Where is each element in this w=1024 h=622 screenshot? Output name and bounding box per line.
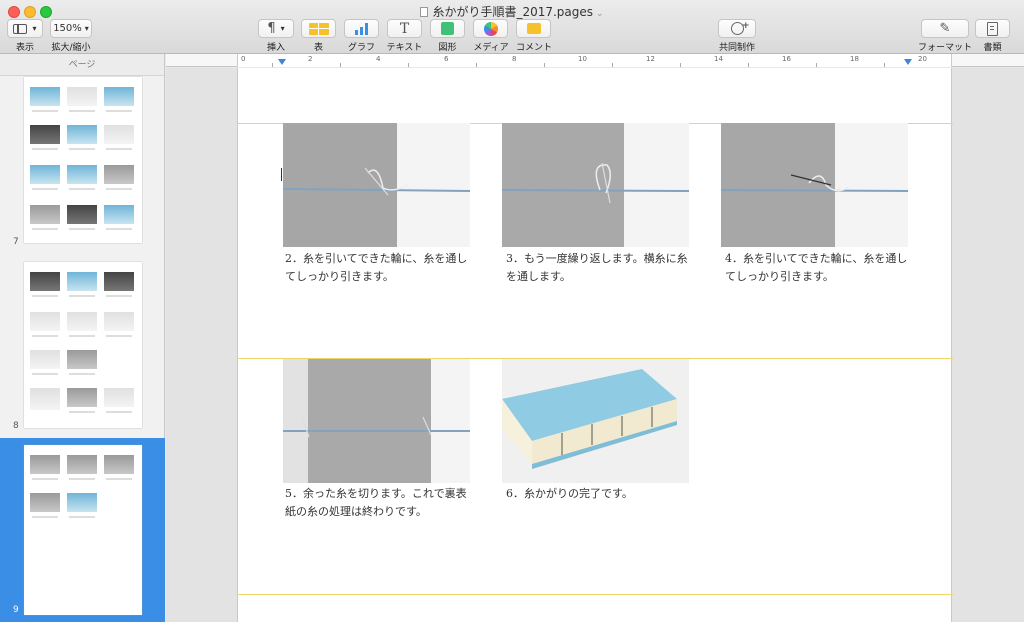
document-page[interactable]: 2．糸を引いてできた輪に、糸を通してしっかり引きます。 3．もう一度繰り返します… bbox=[237, 68, 953, 622]
text-label: テキスト bbox=[386, 43, 423, 53]
text-cursor bbox=[281, 168, 282, 181]
media-button[interactable] bbox=[473, 19, 508, 38]
chevron-down-icon: ▾ bbox=[84, 24, 89, 33]
insert-label: 挿入 bbox=[266, 43, 285, 53]
shape-button[interactable] bbox=[430, 19, 465, 38]
format-button[interactable]: ✎ bbox=[921, 19, 969, 38]
paintbrush-icon: ✎ bbox=[939, 21, 951, 36]
view-label: 表示 bbox=[15, 43, 34, 53]
horizontal-ruler[interactable]: 0 2 4 6 8 10 12 14 16 18 20 bbox=[166, 54, 1024, 67]
shape-label: 図形 bbox=[438, 43, 457, 53]
chevron-down-icon: ▾ bbox=[32, 24, 37, 33]
page-number-8: 8 bbox=[13, 421, 19, 431]
page-number-7: 7 bbox=[13, 237, 19, 247]
step-4-photo[interactable] bbox=[721, 123, 908, 247]
collaborate-icon bbox=[730, 21, 749, 35]
chart-button[interactable] bbox=[344, 19, 379, 38]
chart-label: グラフ bbox=[347, 43, 375, 53]
page-thumbnail-7[interactable] bbox=[24, 77, 142, 243]
step-6-photo[interactable] bbox=[502, 359, 689, 483]
step-2-photo[interactable] bbox=[283, 123, 470, 247]
media-icon bbox=[483, 21, 498, 36]
format-label: フォーマット bbox=[917, 43, 972, 53]
comment-button[interactable] bbox=[516, 19, 551, 38]
document-canvas[interactable]: 2．糸を引いてできた輪に、糸を通してしっかり引きます。 3．もう一度繰り返します… bbox=[166, 68, 1024, 622]
sidebar-view-icon bbox=[13, 23, 28, 34]
document-icon bbox=[420, 7, 429, 17]
page-thumbnails-sidebar: ページ 7 8 9 bbox=[0, 54, 165, 622]
document-icon bbox=[987, 21, 998, 36]
chevron-down-icon: ⌄ bbox=[596, 9, 604, 19]
finished-book-image bbox=[502, 359, 689, 483]
table-label: 表 bbox=[313, 43, 323, 53]
sewing-photo-image bbox=[283, 123, 470, 247]
view-button[interactable]: ▾ bbox=[7, 19, 43, 38]
text-box-icon: T bbox=[399, 20, 410, 37]
right-indent-marker[interactable] bbox=[904, 59, 912, 65]
page-thumbnail-9[interactable] bbox=[24, 445, 142, 615]
zoom-select[interactable]: 150% ▾ bbox=[50, 19, 92, 38]
media-label: メディア bbox=[473, 43, 509, 53]
text-button[interactable]: T bbox=[387, 19, 422, 38]
zoom-label: 拡大/縮小 bbox=[51, 43, 91, 53]
step-6-caption: 6．糸かがりの完了です。 bbox=[506, 487, 633, 500]
sidebar-header: ページ bbox=[0, 54, 164, 76]
page-thumbnail-8[interactable] bbox=[24, 262, 142, 428]
layout-guide bbox=[238, 594, 953, 595]
sewing-photo-image bbox=[283, 359, 470, 483]
comment-icon bbox=[526, 23, 541, 34]
collaborate-button[interactable] bbox=[718, 19, 756, 38]
shape-icon bbox=[441, 22, 454, 35]
document-button[interactable] bbox=[975, 19, 1010, 38]
step-5-caption: 5．余った糸を切ります。これで裏表紙の糸の処理は終わりです。 bbox=[285, 487, 467, 518]
pages-window: 糸かがり手順書_2017.pages ⌄ ▾ 表示 150% ▾ 拡大/縮小 ¶ ▾ … bbox=[0, 0, 1024, 622]
collaborate-label: 共同制作 bbox=[718, 43, 755, 53]
left-indent-marker[interactable] bbox=[278, 59, 286, 65]
step-4-caption: 4．糸を引いてできた輪に、糸を通してしっかり引きます。 bbox=[725, 252, 908, 283]
step-2-caption: 2．糸を引いてできた輪に、糸を通してしっかり引きます。 bbox=[285, 252, 468, 283]
ruler-page-area: 0 2 4 6 8 10 12 14 16 18 20 bbox=[237, 54, 952, 67]
chevron-down-icon: ▾ bbox=[280, 24, 285, 33]
document-label: 書類 bbox=[983, 43, 1002, 53]
chart-icon bbox=[355, 22, 368, 35]
step-3-caption: 3．もう一度繰り返します。横糸に糸を通します。 bbox=[506, 252, 688, 283]
insert-button[interactable]: ¶ ▾ bbox=[258, 19, 294, 38]
step-3-photo[interactable] bbox=[502, 123, 689, 247]
comment-label: コメント bbox=[515, 43, 552, 53]
window-title[interactable]: 糸かがり手順書_2017.pages ⌄ bbox=[0, 3, 1024, 20]
pilcrow-icon: ¶ bbox=[267, 21, 276, 36]
page-number-9: 9 bbox=[13, 605, 19, 615]
step-5-photo[interactable] bbox=[283, 359, 470, 483]
toolbar: 糸かがり手順書_2017.pages ⌄ ▾ 表示 150% ▾ 拡大/縮小 ¶ ▾ … bbox=[0, 0, 1024, 54]
sewing-photo-image bbox=[502, 123, 689, 247]
sewing-photo-image bbox=[721, 123, 908, 247]
table-icon bbox=[308, 22, 329, 35]
table-button[interactable] bbox=[301, 19, 336, 38]
